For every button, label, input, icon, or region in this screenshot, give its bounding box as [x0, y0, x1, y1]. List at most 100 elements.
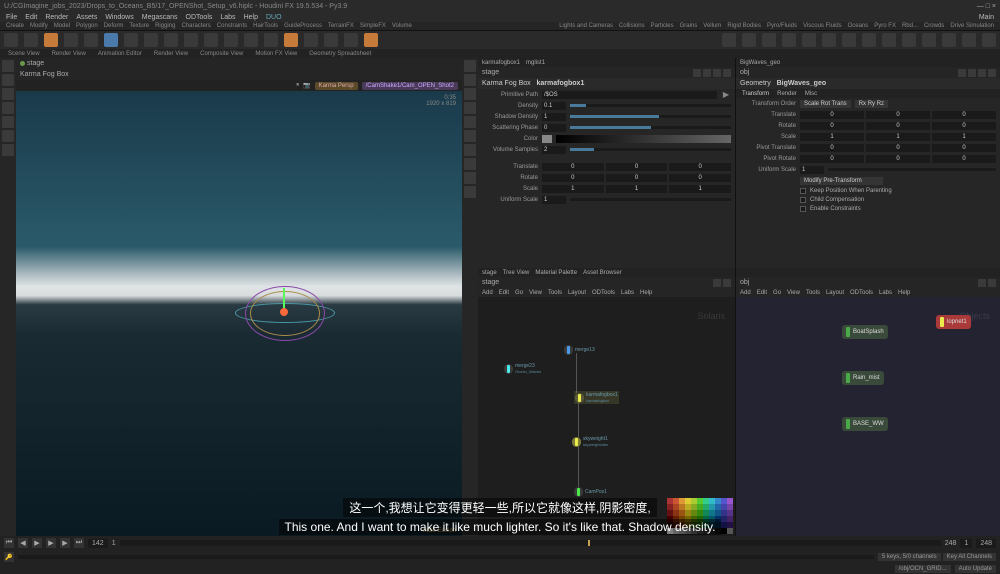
- scattering-slider[interactable]: [570, 126, 731, 129]
- samples-slider[interactable]: [570, 148, 731, 151]
- update-mode-button[interactable]: Auto Update: [955, 565, 996, 573]
- help-icon[interactable]: [723, 69, 731, 77]
- help-icon[interactable]: [988, 69, 996, 77]
- tool-icon[interactable]: [464, 74, 476, 86]
- tool-icon[interactable]: [2, 74, 14, 86]
- tool-icon[interactable]: [2, 60, 14, 72]
- tool-icon[interactable]: [2, 116, 14, 128]
- menu-megascans[interactable]: Megascans: [142, 14, 178, 21]
- tool-icon[interactable]: [304, 33, 318, 47]
- tool-icon[interactable]: [464, 88, 476, 100]
- node-campos[interactable]: CamPos1: [574, 487, 607, 497]
- node-lopnet[interactable]: lopnet1: [936, 315, 971, 329]
- prev-frame-icon[interactable]: ◀: [18, 538, 28, 548]
- node-graph[interactable]: Solaris merge13 merge23Ocean_Waves karma…: [478, 297, 735, 536]
- viewport-breadcrumb[interactable]: stage: [16, 58, 462, 69]
- node-boatsplash[interactable]: BoatSplash: [842, 325, 888, 339]
- tool-icon[interactable]: [842, 33, 856, 47]
- tool-icon[interactable]: [464, 186, 476, 198]
- node-karmafogbox[interactable]: karmafogbox1karmafogbox: [574, 391, 619, 404]
- tool-icon[interactable]: [2, 102, 14, 114]
- density-slider[interactable]: [570, 104, 731, 107]
- tool-icon[interactable]: [144, 33, 158, 47]
- viewport-3d[interactable]: 0:35 1920 x 819 Indie Edition: [16, 91, 462, 536]
- tool-icon[interactable]: [2, 144, 14, 156]
- next-frame-icon[interactable]: ▶: [60, 538, 70, 548]
- menu-render[interactable]: Render: [45, 14, 68, 21]
- tool-icon[interactable]: [782, 33, 796, 47]
- shadow-density-slider[interactable]: [570, 115, 731, 118]
- tool-icon[interactable]: [2, 88, 14, 100]
- tool-icon[interactable]: [862, 33, 876, 47]
- search-icon[interactable]: [978, 69, 986, 77]
- transform-gizmo[interactable]: [230, 278, 340, 348]
- tool-icon[interactable]: [184, 33, 198, 47]
- tool-icon[interactable]: [244, 33, 258, 47]
- jump-icon[interactable]: ▶: [721, 90, 731, 99]
- play-icon[interactable]: ▶: [46, 538, 56, 548]
- tool-icon[interactable]: [124, 33, 138, 47]
- color-swatch[interactable]: [542, 135, 552, 143]
- color-palette[interactable]: [667, 498, 733, 534]
- menu-odtools[interactable]: ODTools: [186, 14, 213, 21]
- gear-icon[interactable]: [703, 69, 711, 77]
- tool-icon[interactable]: [204, 33, 218, 47]
- current-frame[interactable]: 142: [88, 539, 108, 548]
- tool-icon[interactable]: [722, 33, 736, 47]
- tool-icon[interactable]: [762, 33, 776, 47]
- timeline-track[interactable]: [120, 540, 941, 546]
- camera-icon[interactable]: 📷: [303, 82, 310, 89]
- tool-icon[interactable]: [922, 33, 936, 47]
- tool-icon[interactable]: [882, 33, 896, 47]
- tool-icon[interactable]: [464, 130, 476, 142]
- tool-icon[interactable]: [284, 33, 298, 47]
- tool-icon[interactable]: [4, 33, 18, 47]
- menu-windows[interactable]: Windows: [105, 14, 133, 21]
- node-skyweight[interactable]: skyweight1skyweight/atm: [572, 436, 608, 447]
- gear-icon[interactable]: [968, 69, 976, 77]
- node-graph[interactable]: Objects lopnet1 BoatSplash Rain_mist BAS…: [736, 297, 1000, 536]
- tool-icon[interactable]: [224, 33, 238, 47]
- palette-swatch[interactable]: [727, 528, 733, 534]
- tool-icon[interactable]: [464, 144, 476, 156]
- tool-icon[interactable]: [2, 130, 14, 142]
- pin-icon[interactable]: [958, 69, 966, 77]
- play-reverse-icon[interactable]: ▶: [32, 538, 42, 548]
- key-channels-button[interactable]: Key All Channels: [943, 553, 996, 561]
- tool-icon[interactable]: [324, 33, 338, 47]
- tool-icon[interactable]: [802, 33, 816, 47]
- tool-icon[interactable]: [464, 102, 476, 114]
- tool-icon[interactable]: [164, 33, 178, 47]
- render-engine-button[interactable]: Karma Persp: [315, 82, 358, 90]
- tool-icon[interactable]: [464, 116, 476, 128]
- window-controls[interactable]: — □ ×: [977, 3, 996, 10]
- pause-icon[interactable]: ⏸: [296, 82, 299, 89]
- first-frame-icon[interactable]: ⏮: [4, 538, 14, 548]
- tool-icon[interactable]: [104, 33, 118, 47]
- menu-labs[interactable]: Labs: [220, 14, 235, 21]
- node-merge13[interactable]: merge13: [564, 345, 595, 355]
- search-icon[interactable]: [713, 69, 721, 77]
- menu-help[interactable]: Help: [244, 14, 258, 21]
- tool-icon[interactable]: [264, 33, 278, 47]
- tool-icon[interactable]: [464, 60, 476, 72]
- tool-icon[interactable]: [942, 33, 956, 47]
- node-merge23[interactable]: merge23Ocean_Waves: [504, 363, 541, 374]
- tool-icon[interactable]: [24, 33, 38, 47]
- channel-track[interactable]: [18, 555, 874, 559]
- menu-assets[interactable]: Assets: [76, 14, 97, 21]
- last-frame-icon[interactable]: ⏭: [74, 538, 84, 548]
- menu-edit[interactable]: Edit: [25, 14, 37, 21]
- node-baseww[interactable]: BASE_WW: [842, 417, 888, 431]
- key-icon[interactable]: 🔑: [4, 552, 14, 562]
- tool-icon[interactable]: [962, 33, 976, 47]
- menu-duo[interactable]: DUO: [266, 14, 282, 21]
- tool-icon[interactable]: [364, 33, 378, 47]
- tool-icon[interactable]: [344, 33, 358, 47]
- tool-icon[interactable]: [84, 33, 98, 47]
- desktop-label[interactable]: Main: [979, 14, 994, 21]
- tool-icon[interactable]: [822, 33, 836, 47]
- camera-path-button[interactable]: /CamShake1/Cam_OPEN_Shot2: [362, 82, 458, 90]
- scope-button[interactable]: /obj/OCN_GRID...: [895, 565, 951, 573]
- tool-icon[interactable]: [742, 33, 756, 47]
